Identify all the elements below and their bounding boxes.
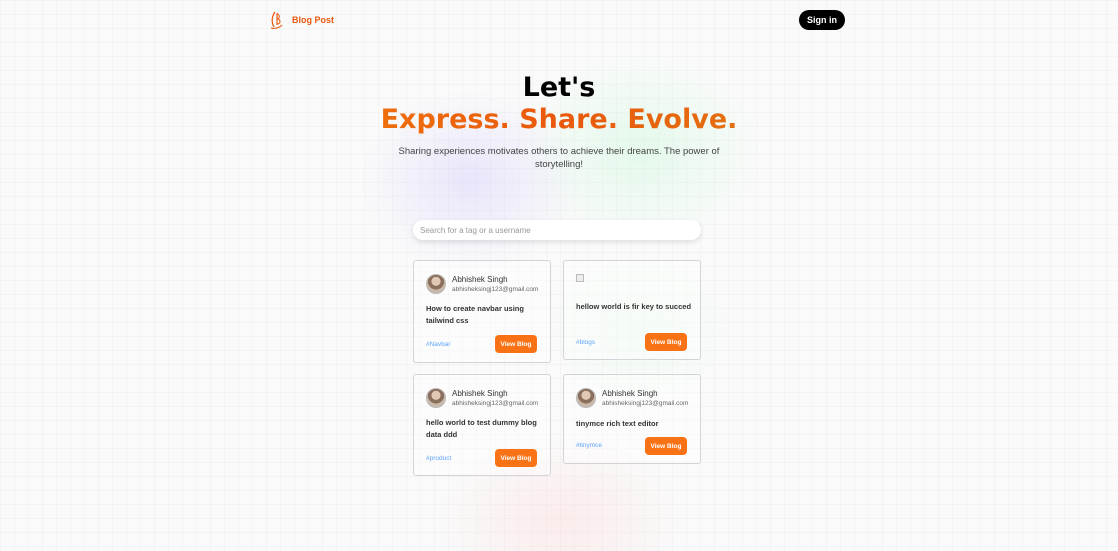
hero-heading: Let's: [522, 72, 596, 103]
avatar: [426, 274, 446, 294]
card-tag[interactable]: #tinymce: [576, 442, 602, 449]
author-email: abhisheksingj123@gmail.com: [452, 286, 539, 293]
card-tag[interactable]: #product: [426, 455, 451, 462]
brand[interactable]: Blog Post: [268, 10, 334, 30]
author-email: abhisheksingj123@gmail.com: [452, 400, 539, 407]
blog-card: Abhishek Singh abhisheksingj123@gmail.co…: [413, 260, 551, 363]
card-author[interactable]: Abhishek Singh abhisheksingj123@gmail.co…: [576, 388, 688, 408]
card-title: How to create navbar using tailwind css: [426, 304, 524, 325]
hero-subtitle: Sharing experiences motivates others to …: [398, 146, 720, 170]
card-author[interactable]: Abhishek Singh abhisheksingj123@gmail.co…: [426, 274, 538, 294]
avatar: [576, 388, 596, 408]
card-title: hello world to test dummy blog data ddd: [426, 418, 537, 439]
avatar: [426, 388, 446, 408]
card-title: hellow world is fir key to succed: [576, 302, 692, 311]
card-title: tinymce rich text editor: [576, 419, 659, 428]
card-author[interactable]: Abhishek Singh abhisheksingj123@gmail.co…: [426, 388, 538, 408]
view-blog-button[interactable]: View Blog: [495, 449, 537, 467]
blog-card: Abhishek Singh abhisheksingj123@gmail.co…: [413, 374, 551, 476]
view-blog-button[interactable]: View Blog: [645, 333, 687, 351]
blog-card: hellow world is fir key to succed #blogs…: [563, 260, 701, 360]
search-input[interactable]: [413, 220, 701, 240]
view-blog-button[interactable]: View Blog: [495, 335, 537, 353]
navbar: Blog Post Sign in: [0, 0, 1118, 40]
author-name: Abhishek Singh: [452, 275, 508, 284]
blog-card: Abhishek Singh abhisheksingj123@gmail.co…: [563, 374, 701, 464]
author-name: Abhishek Singh: [602, 389, 658, 398]
broken-image-icon: [576, 274, 584, 282]
blog-logo-icon: [270, 11, 283, 29]
author-email: abhisheksingj123@gmail.com: [602, 400, 689, 407]
brand-name: Blog Post: [292, 15, 334, 25]
card-tag[interactable]: #blogs: [576, 339, 595, 346]
hero-tagline: Express. Share. Evolve.: [0, 104, 1118, 136]
author-name: Abhishek Singh: [452, 389, 508, 398]
view-blog-button[interactable]: View Blog: [645, 437, 687, 455]
sign-in-button[interactable]: Sign in: [799, 10, 845, 30]
hero: Let's Express. Share. Evolve. Sharing ex…: [0, 72, 1118, 171]
card-tag[interactable]: #Navbar: [426, 341, 451, 348]
